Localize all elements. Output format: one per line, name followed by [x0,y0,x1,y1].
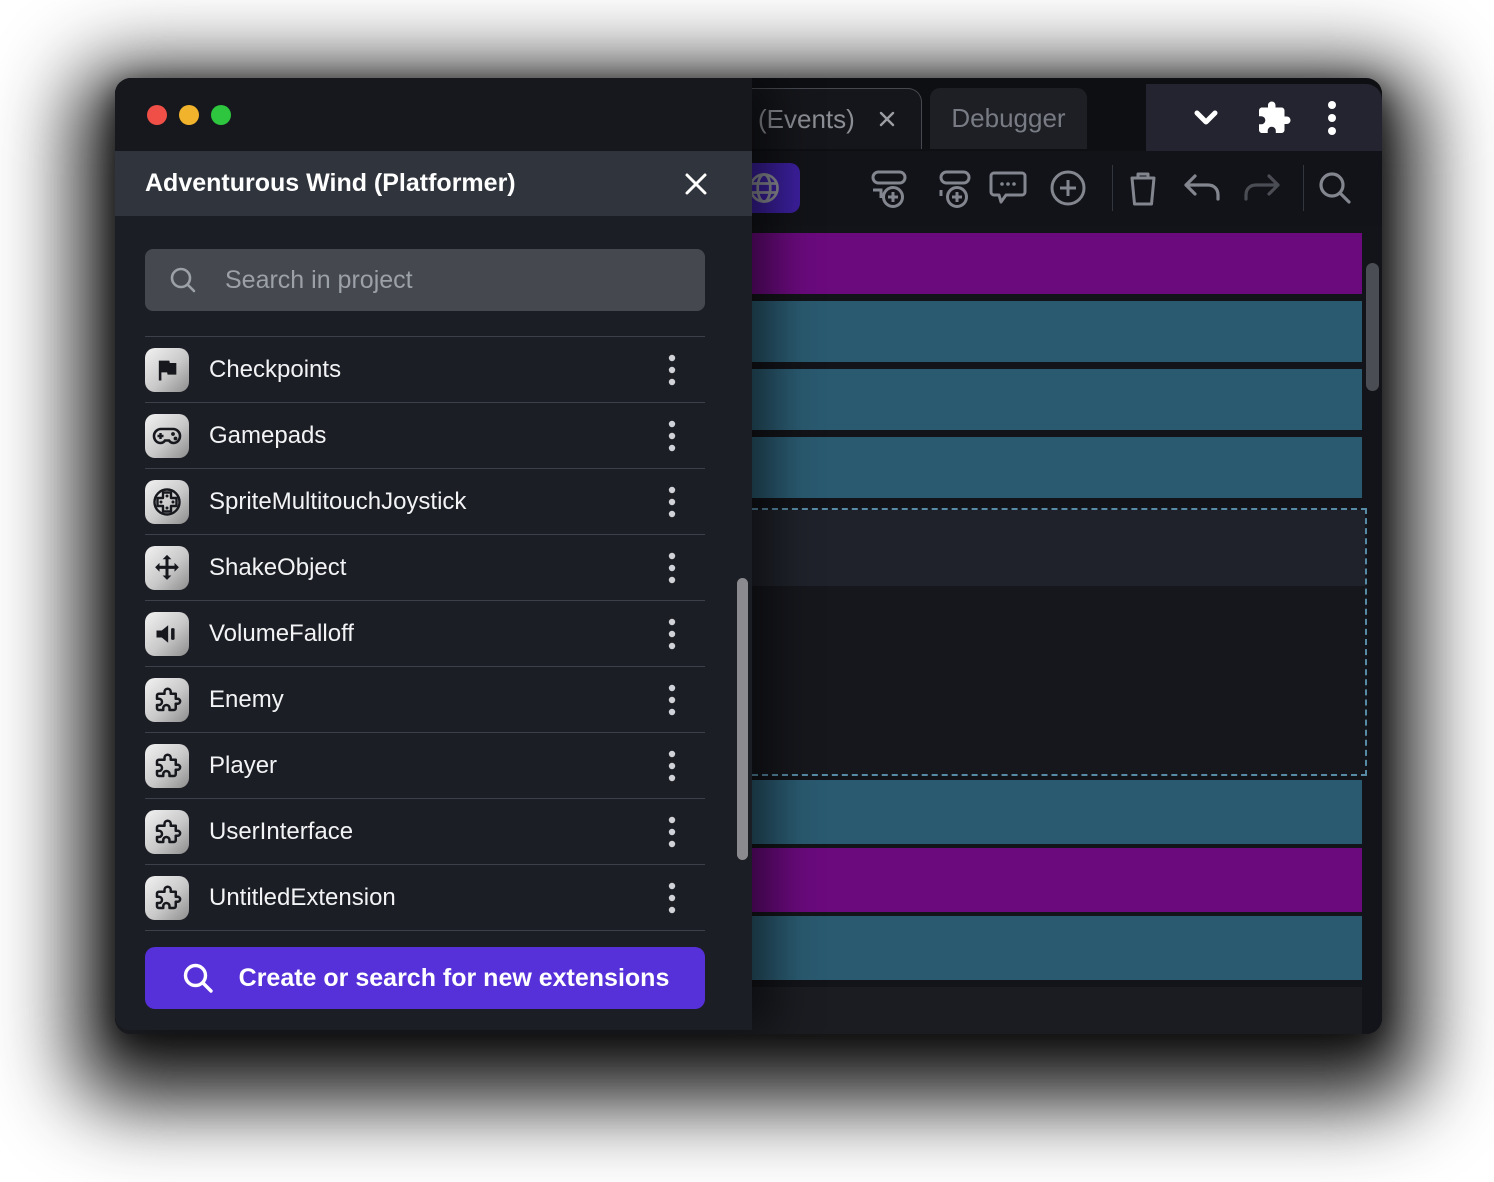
tab-events-label: (Events) [758,104,855,135]
tab-debugger[interactable]: Debugger [930,88,1087,149]
move-arrows-icon [145,546,189,590]
speaker-icon [145,612,189,656]
add-event-icon[interactable] [862,163,914,213]
add-circle-icon[interactable] [1042,163,1094,213]
list-item-shakeobject[interactable]: ShakeObject [145,535,705,601]
item-menu-kebab-icon[interactable] [657,746,687,786]
tab-debugger-label: Debugger [951,103,1065,134]
events-scrollbar-thumb[interactable] [1366,263,1379,391]
item-menu-kebab-icon[interactable] [657,416,687,456]
tab-close-icon[interactable] [875,107,899,131]
search-icon [168,265,198,295]
chevron-down-icon[interactable] [1189,106,1223,130]
app-window: (Events) Debugger [115,78,1382,1034]
project-title: Adventurous Wind (Platformer) [145,169,516,198]
item-menu-kebab-icon[interactable] [657,350,687,390]
add-subevent-icon[interactable] [926,163,978,213]
search-input[interactable] [223,265,705,296]
list-item-untitledextension[interactable]: UntitledExtension [145,865,705,931]
list-item-sprite-multitouch-joystick[interactable]: SpriteMultitouchJoystick [145,469,705,535]
desktop-background: (Events) Debugger [0,0,1494,1182]
tab-bar-controls [1146,84,1382,151]
search-icon[interactable] [1309,163,1361,213]
extensions-list: Checkpoints Gamepads [145,336,705,931]
kebab-menu-icon[interactable] [1325,99,1339,137]
add-comment-icon[interactable] [982,163,1034,213]
list-item-userinterface[interactable]: UserInterface [145,799,705,865]
window-controls [147,105,231,125]
list-item-checkpoints[interactable]: Checkpoints [145,337,705,403]
flag-icon [145,348,189,392]
drawer-header: Adventurous Wind (Platformer) [115,151,752,216]
project-manager-panel: Adventurous Wind (Platformer) Checkpoint… [115,78,752,1030]
puzzle-icon [145,876,189,920]
list-item-gamepads[interactable]: Gamepads [145,403,705,469]
close-window-button[interactable] [147,105,167,125]
puzzle-icon[interactable] [1256,100,1292,136]
item-menu-kebab-icon[interactable] [657,680,687,720]
redo-icon[interactable] [1235,163,1287,213]
item-menu-kebab-icon[interactable] [657,548,687,588]
minimize-window-button[interactable] [179,105,199,125]
create-extension-button[interactable]: Create or search for new extensions [145,947,705,1009]
toolbar-divider [1303,165,1304,211]
close-icon[interactable] [680,168,712,200]
item-menu-kebab-icon[interactable] [657,614,687,654]
puzzle-icon [145,810,189,854]
item-menu-kebab-icon[interactable] [657,482,687,522]
list-item-player[interactable]: Player [145,733,705,799]
drawer-scrollbar-thumb[interactable] [737,578,748,860]
joystick-icon [145,480,189,524]
search-icon [181,961,215,995]
project-search-box [145,249,705,311]
trash-icon[interactable] [1117,163,1169,213]
zoom-window-button[interactable] [211,105,231,125]
gamepad-icon [145,414,189,458]
list-item-volumefalloff[interactable]: VolumeFalloff [145,601,705,667]
puzzle-icon [145,678,189,722]
item-menu-kebab-icon[interactable] [657,812,687,852]
puzzle-icon [145,744,189,788]
undo-icon[interactable] [1177,163,1229,213]
list-item-enemy[interactable]: Enemy [145,667,705,733]
toolbar-divider [1112,165,1113,211]
item-menu-kebab-icon[interactable] [657,878,687,918]
